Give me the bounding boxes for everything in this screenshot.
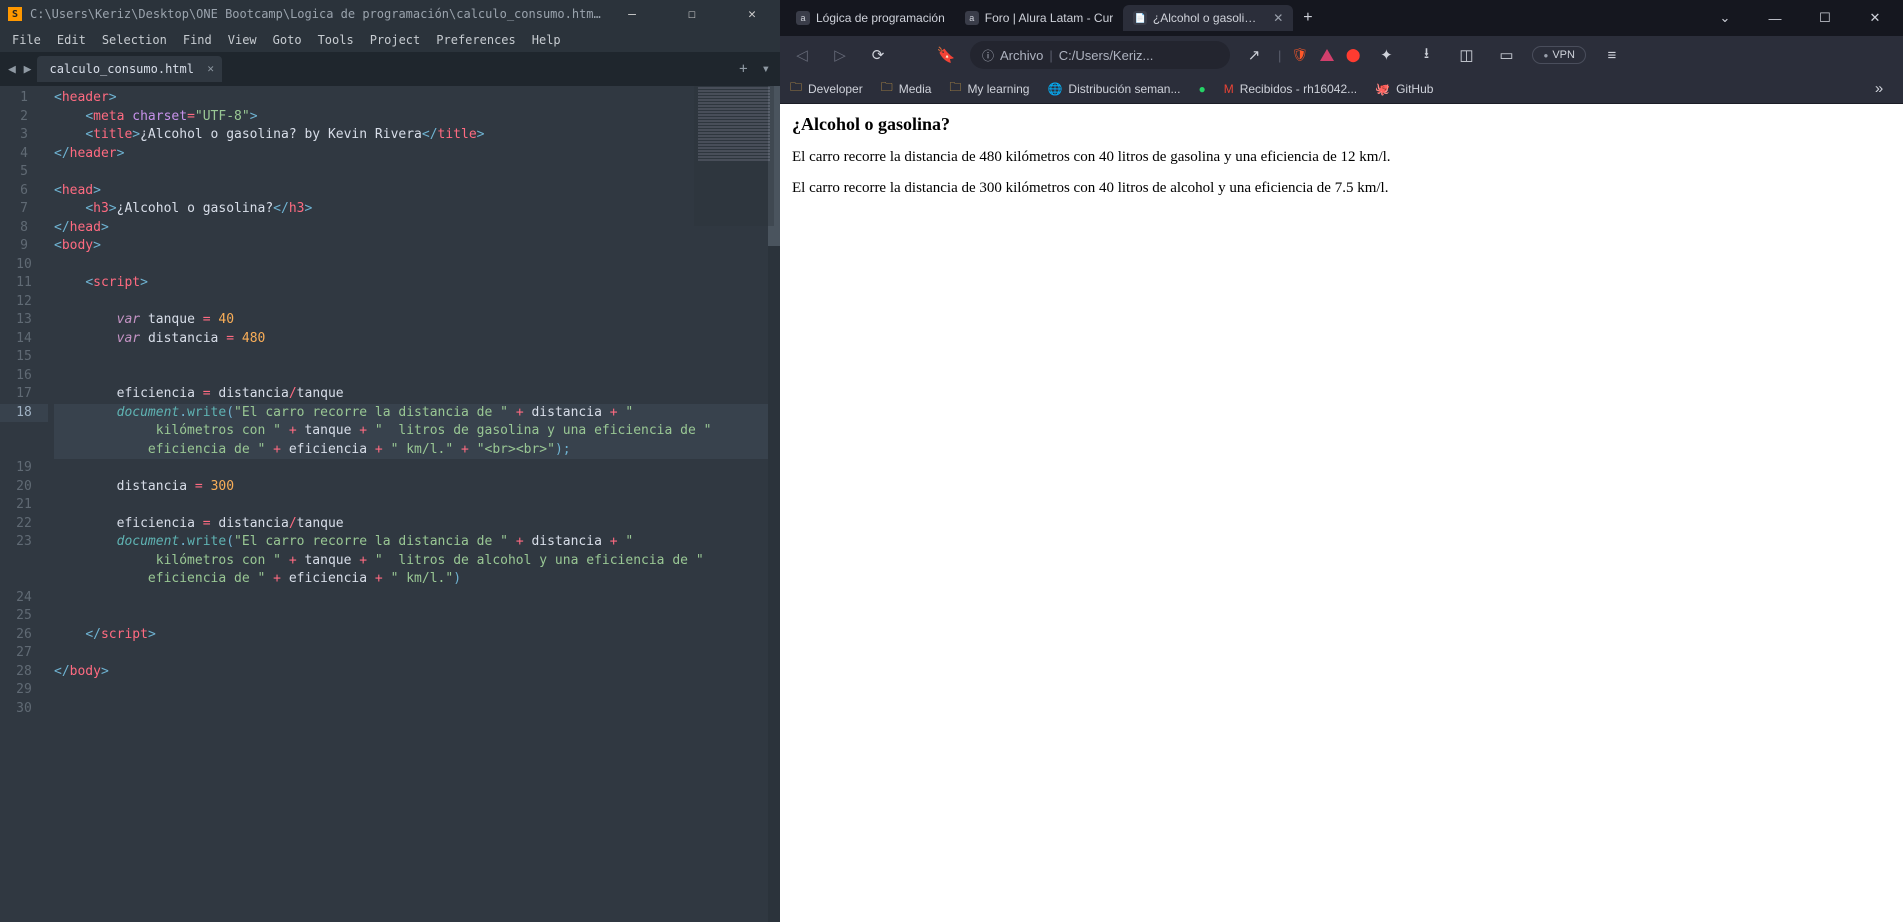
menu-find[interactable]: Find: [175, 31, 220, 49]
page-heading: ¿Alcohol o gasolina?: [792, 114, 1891, 135]
url-sep: |: [1049, 48, 1052, 63]
menu-tools[interactable]: Tools: [310, 31, 362, 49]
menu-icon[interactable]: ≡: [1598, 47, 1626, 64]
editor-tab[interactable]: calculo_consumo.html ✕: [37, 56, 222, 82]
reload-icon[interactable]: ⟳: [864, 46, 892, 64]
bookmarks-overflow-icon[interactable]: »: [1865, 80, 1893, 97]
tab-label: ¿Alcohol o gasolina?: [1153, 11, 1261, 25]
maximize-icon[interactable]: ☐: [672, 7, 712, 22]
record-icon[interactable]: ⬤: [1346, 47, 1361, 63]
github-icon: 🐙: [1375, 82, 1390, 96]
download-icon[interactable]: ⭳: [1412, 43, 1440, 68]
wallet-icon[interactable]: ▭: [1492, 46, 1520, 64]
vpn-badge[interactable]: VPN: [1532, 46, 1585, 64]
folder-icon: 🗀: [881, 78, 893, 99]
new-tab-button[interactable]: +: [1293, 9, 1322, 27]
bookmark-item[interactable]: ●: [1198, 82, 1205, 96]
nav-arrows[interactable]: ◀ ▶: [8, 62, 31, 77]
new-tab-icon[interactable]: +: [739, 61, 747, 77]
brave-rewards-icon[interactable]: [1320, 49, 1334, 61]
page-paragraph: El carro recorre la distancia de 480 kil…: [792, 149, 1891, 166]
info-icon: ⓘ: [982, 47, 994, 64]
favicon-icon: 📄: [1133, 11, 1147, 25]
url-scheme: Archivo: [1000, 48, 1043, 63]
globe-icon: 🌐: [1047, 82, 1062, 96]
bookmark-item[interactable]: 🗀My learning: [949, 78, 1029, 99]
menu-file[interactable]: File: [4, 31, 49, 49]
browser-tab[interactable]: a Foro | Alura Latam - Cur: [955, 5, 1124, 31]
bookmark-item[interactable]: 🌐Distribución seman...: [1047, 82, 1180, 96]
sublime-window: S C:\Users\Keriz\Desktop\ONE Bootcamp\Lo…: [0, 0, 780, 922]
url-bar[interactable]: ⓘ Archivo | C:/Users/Keriz...: [970, 41, 1230, 69]
forward-icon[interactable]: ▷: [826, 46, 854, 64]
sublime-menu-bar: File Edit Selection Find View Goto Tools…: [0, 28, 780, 52]
minimap[interactable]: [694, 86, 774, 226]
browser-tab[interactable]: a Lógica de programación: [786, 5, 955, 31]
favicon-icon: a: [965, 11, 979, 25]
extensions-icon[interactable]: ✦: [1372, 46, 1400, 64]
bookmarks-bar: 🗀Developer 🗀Media 🗀My learning 🌐Distribu…: [780, 74, 1903, 104]
sublime-logo-icon: S: [8, 7, 22, 21]
folder-icon: 🗀: [949, 78, 961, 99]
minimize-icon[interactable]: —: [612, 7, 652, 22]
page-content: ¿Alcohol o gasolina? El carro recorre la…: [780, 104, 1903, 922]
browser-toolbar: ◁ ▷ ⟳ 🔖 ⓘ Archivo | C:/Users/Keriz... ↗ …: [780, 36, 1903, 74]
browser-tab-strip: a Lógica de programación a Foro | Alura …: [780, 0, 1903, 36]
bookmark-item[interactable]: MRecibidos - rh16042...: [1224, 82, 1357, 96]
share-icon[interactable]: ↗: [1240, 46, 1268, 64]
page-paragraph: El carro recorre la distancia de 300 kil…: [792, 180, 1891, 197]
sidebar-icon[interactable]: ◫: [1452, 46, 1480, 64]
menu-help[interactable]: Help: [524, 31, 569, 49]
whatsapp-icon: ●: [1198, 82, 1205, 96]
menu-view[interactable]: View: [220, 31, 265, 49]
editor-area[interactable]: 1234567891011121314151617181920212223242…: [0, 86, 780, 922]
minimize-icon[interactable]: —: [1753, 11, 1797, 26]
maximize-icon[interactable]: ☐: [1803, 10, 1847, 26]
sublime-tab-bar: ◀ ▶ calculo_consumo.html ✕ + ▾: [0, 52, 780, 86]
sublime-titlebar[interactable]: S C:\Users\Keriz\Desktop\ONE Bootcamp\Lo…: [0, 0, 780, 28]
browser-window: a Lógica de programación a Foro | Alura …: [780, 0, 1903, 922]
menu-project[interactable]: Project: [362, 31, 429, 49]
favicon-icon: a: [796, 11, 810, 25]
tab-label: Lógica de programación: [816, 11, 945, 25]
tab-menu-icon[interactable]: ▾: [762, 61, 770, 77]
tab-close-icon[interactable]: ✕: [1273, 11, 1283, 25]
gmail-icon: M: [1224, 82, 1234, 96]
browser-tab-active[interactable]: 📄 ¿Alcohol o gasolina? ✕: [1123, 5, 1293, 31]
window-controls: — ☐ ✕: [612, 7, 772, 22]
tab-close-icon[interactable]: ✕: [207, 62, 214, 75]
code-content[interactable]: <header> <meta charset="UTF-8"> <title>¿…: [48, 86, 780, 922]
close-icon[interactable]: ✕: [1853, 10, 1897, 26]
bookmark-item[interactable]: 🗀Developer: [790, 78, 863, 99]
close-icon[interactable]: ✕: [732, 7, 772, 22]
line-gutter: 1234567891011121314151617181920212223242…: [0, 86, 48, 922]
chevron-down-icon[interactable]: ⌄: [1703, 10, 1747, 26]
bookmark-item[interactable]: 🗀Media: [881, 78, 932, 99]
menu-goto[interactable]: Goto: [265, 31, 310, 49]
tab-label: calculo_consumo.html: [49, 62, 194, 76]
sublime-title: C:\Users\Keriz\Desktop\ONE Bootcamp\Logi…: [30, 7, 602, 21]
bookmark-icon[interactable]: 🔖: [932, 46, 960, 64]
url-path: C:/Users/Keriz...: [1059, 48, 1154, 63]
menu-selection[interactable]: Selection: [94, 31, 175, 49]
brave-shields-icon[interactable]: 🛡: [1291, 47, 1308, 63]
bookmark-item[interactable]: 🐙GitHub: [1375, 82, 1433, 96]
back-icon[interactable]: ◁: [788, 46, 816, 64]
menu-edit[interactable]: Edit: [49, 31, 94, 49]
folder-icon: 🗀: [790, 78, 802, 99]
menu-preferences[interactable]: Preferences: [428, 31, 523, 49]
tab-label: Foro | Alura Latam - Cur: [985, 11, 1114, 25]
